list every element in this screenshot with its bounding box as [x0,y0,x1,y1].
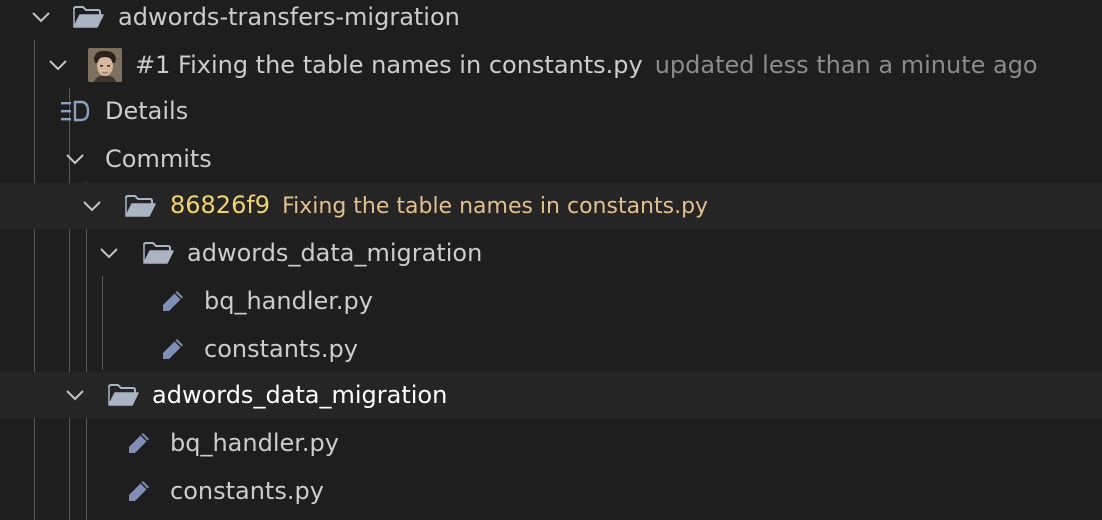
repo-label: adwords-transfers-migration [118,3,460,31]
commit-message: Fixing the table names in constants.py [282,194,709,219]
file-label: bq_handler.py [204,287,373,315]
chevron-down-icon[interactable] [79,193,105,219]
chevron-down-icon[interactable] [28,4,54,30]
commit-folder-label: adwords_data_migration [187,239,483,267]
tree-item-details[interactable]: Details [0,88,1102,134]
folder-open-icon [124,192,156,220]
commit-hash: 86826f9 [170,191,271,219]
pencil-edit-icon [160,288,186,314]
tree-item-file[interactable]: constants.py [0,468,1102,514]
tree-item-changes-folder[interactable]: adwords_data_migration [0,372,1102,418]
pull-request-title-text: #1 Fixing the table names in constants.p… [135,51,643,79]
file-label: constants.py [204,335,358,363]
chevron-down-icon[interactable] [62,146,88,172]
file-label: constants.py [170,477,324,505]
folder-open-icon [142,239,174,267]
tree-item-commits[interactable]: Commits [0,136,1102,182]
commits-label: Commits [105,145,212,173]
pencil-edit-icon [126,430,152,456]
avatar [88,48,122,82]
chevron-down-icon[interactable] [62,382,88,408]
folder-open-icon [72,3,104,31]
pencil-edit-icon [160,336,186,362]
tree-item-commit[interactable]: 86826f9 Fixing the table names in constan… [0,183,1102,229]
details-label: Details [105,97,189,125]
tree-item-pull-request[interactable]: #1 Fixing the table names in constants.p… [0,42,1102,88]
tree-item-file[interactable]: bq_handler.py [0,278,1102,324]
file-label: bq_handler.py [170,429,339,457]
details-list-icon [60,99,90,123]
chevron-down-icon[interactable] [45,52,71,78]
folder-open-icon [107,381,139,409]
pull-request-tree: adwords-transfers-migration #1 Fixing th… [0,0,1102,520]
chevron-down-icon[interactable] [96,240,122,266]
pull-request-title: #1 Fixing the table names in constants.p… [135,42,1038,88]
tree-item-file[interactable]: bq_handler.py [0,420,1102,466]
pencil-edit-icon [126,478,152,504]
tree-item-file[interactable]: constants.py [0,326,1102,372]
tree-item-repo[interactable]: adwords-transfers-migration [0,0,1102,40]
pull-request-updated: updated less than a minute ago [654,51,1038,79]
changes-folder-label: adwords_data_migration [152,381,448,409]
commit-label: 86826f9 Fixing the table names in constan… [170,182,708,230]
tree-item-commit-folder[interactable]: adwords_data_migration [0,230,1102,276]
